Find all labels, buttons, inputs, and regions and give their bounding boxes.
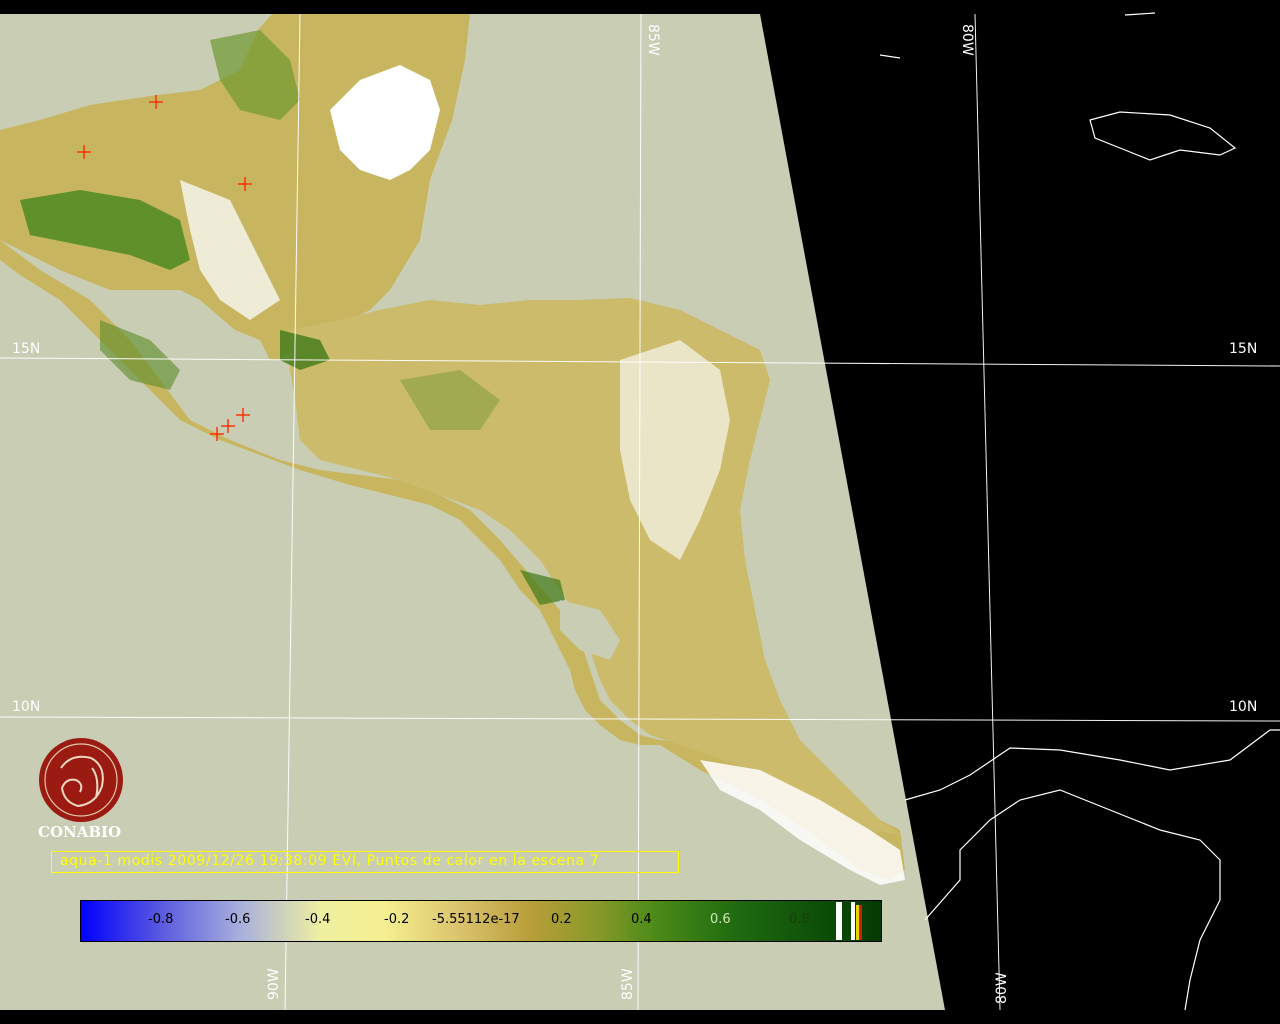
scene-caption-box: aqua-1 modis 2009/12/26 19:38:09 EVI, Pu… (51, 851, 679, 873)
lon-label-80w-bottom: 80W (994, 972, 1010, 1004)
colorbar-tick: -0.2 (384, 912, 410, 927)
lon-label-90w-bottom: 90W (266, 968, 282, 1000)
lat-label-15n-left: 15N (12, 341, 41, 357)
lat-label-15n-right: 15N (1229, 341, 1258, 357)
lon-label-80w-top: 80W (959, 24, 975, 56)
colorbar-tick: 0.2 (551, 912, 572, 927)
colorbar-white-bar (851, 902, 855, 940)
colorbar-tick: -0.8 (148, 912, 174, 927)
colorbar-red-bar (859, 905, 862, 940)
colorbar-tick: -5.55112e-17 (432, 912, 520, 927)
colorbar-white-bar (836, 902, 842, 940)
lon-label-85w-bottom: 85W (620, 968, 636, 1000)
colorbar-tick: 0.6 (710, 912, 731, 927)
scene-caption: aqua-1 modis 2009/12/26 19:38:09 EVI, Pu… (60, 853, 600, 869)
lat-label-10n-left: 10N (12, 699, 41, 715)
colorbar-tick: -0.4 (305, 912, 331, 927)
lon-label-85w-top: 85W (645, 24, 661, 56)
colorbar-tick: 0.4 (631, 912, 652, 927)
colorbar-tick: -0.6 (225, 912, 251, 927)
lat-label-10n-right: 10N (1229, 699, 1258, 715)
evi-colorbar: -0.8 -0.6 -0.4 -0.2 -5.55112e-17 0.2 0.4… (80, 900, 882, 942)
conabio-logo-text: CONABIO (38, 823, 122, 841)
colorbar-tick: 0.8 (789, 912, 810, 927)
